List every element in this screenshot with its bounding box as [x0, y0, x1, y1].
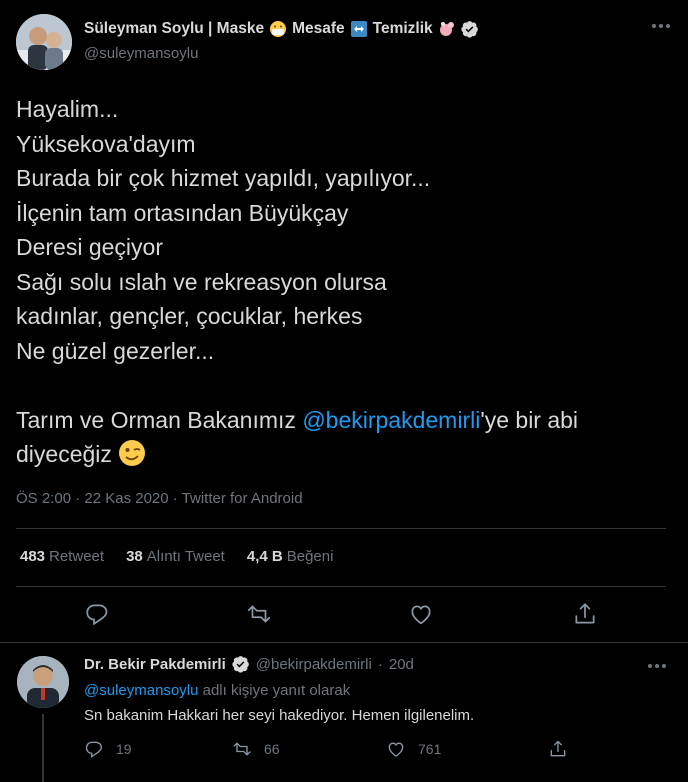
retweet-icon[interactable] — [246, 601, 272, 627]
tweet-line: diyeceğiz — [16, 437, 578, 472]
reply-time[interactable]: 20d — [389, 656, 414, 673]
tweet-line: kadınlar, gençler, çocuklar, herkes — [16, 303, 363, 329]
retweet-stat[interactable]: 483 Retweet — [20, 548, 104, 565]
reply-author-handle[interactable]: @bekirpakdemirli — [256, 656, 372, 673]
reply-retweet-action[interactable]: 66 — [232, 739, 280, 759]
share-icon — [550, 740, 566, 757]
more-options-icon[interactable] — [652, 24, 670, 28]
winking-face-icon — [119, 440, 146, 466]
tweet-line: Burada bir çok hizmet yapıldı, yapılıyor… — [16, 165, 431, 191]
replying-to-suffix: adlı kişiye yanıt olarak — [198, 682, 351, 699]
tweet-line: Tarım ve Orman Bakanımız @bekirpakdemirl… — [16, 403, 578, 438]
verified-badge-icon — [232, 656, 249, 673]
left-right-arrow-icon — [350, 21, 367, 37]
reply-author-avatar[interactable] — [17, 656, 69, 708]
reply-icon — [85, 741, 103, 758]
tweet-line: Deresi geçiyor — [16, 234, 163, 260]
tweet-final-line: diyeceğiz — [16, 441, 119, 467]
author-name-part3[interactable]: Temizlik — [373, 20, 433, 38]
reply-text: Sn bakanim Hakkari her seyi hakediyor. H… — [84, 707, 475, 724]
tweet-line: Hayalim... — [16, 96, 119, 122]
separator-dot: · — [377, 655, 383, 673]
tweet-line: İlçenin tam ortasından Büyükçay — [16, 199, 349, 226]
reply-like-action[interactable]: 761 — [386, 739, 441, 759]
author-display-name[interactable]: Süleyman Soylu | Maske — [84, 20, 264, 38]
replying-to-mention[interactable]: @suleymansoylu — [84, 682, 198, 699]
reply-more-options-icon[interactable] — [648, 664, 666, 668]
share-icon[interactable] — [572, 601, 598, 627]
like-label: Beğeni — [286, 548, 334, 565]
main-tweet: Süleyman Soylu | Maske Mesafe Temizlik @… — [0, 0, 688, 643]
author-handle[interactable]: @suleymansoylu — [84, 45, 198, 62]
author-name-row[interactable]: Süleyman Soylu | Maske Mesafe Temizlik — [84, 20, 479, 38]
verified-badge-icon — [461, 21, 478, 38]
mention-link[interactable]: @bekirpakdemirli — [302, 407, 480, 433]
retweet-count: 483 — [20, 548, 46, 565]
author-avatar[interactable] — [16, 14, 72, 70]
quote-count: 38 — [126, 548, 143, 565]
like-icon[interactable] — [408, 601, 434, 627]
reply-share-action[interactable] — [548, 739, 568, 759]
tweet-text-prefix: Tarım ve Orman Bakanımız — [16, 406, 303, 433]
divider — [16, 586, 666, 587]
tweet-line: Ne güzel gezerler... — [16, 337, 215, 364]
tweet-timestamp-source[interactable]: ÖS 2:00 · 22 Kas 2020 · Twitter for Andr… — [16, 490, 303, 507]
thread-line — [42, 714, 44, 782]
reply-like-count: 761 — [418, 741, 442, 757]
quote-label: Alıntı Tweet — [146, 548, 225, 565]
quote-stat[interactable]: 38 Alıntı Tweet — [126, 548, 225, 565]
tweet-line: Sağı solu ıslah ve rekreasyon olursa — [16, 268, 387, 295]
reply-author-name[interactable]: Dr. Bekir Pakdemirli — [84, 656, 226, 673]
divider — [16, 528, 666, 529]
reply-reply-count: 19 — [116, 741, 132, 757]
tweet-text-suffix: 'ye bir abi — [480, 406, 579, 433]
retweet-label: Retweet — [49, 548, 105, 565]
tweet-actions — [0, 601, 688, 629]
reply-author-row[interactable]: Dr. Bekir Pakdemirli @bekirpakdemirli · … — [84, 655, 414, 673]
like-count: 4,4 B — [246, 548, 283, 565]
reply-retweet-count: 66 — [264, 741, 280, 757]
tweet-text: Hayalim... Yüksekova'dayım Burada bir çok … — [16, 92, 578, 472]
reply-actions: 19 66 761 — [84, 739, 584, 761]
tweet-line: Yüksekova'dayım — [16, 130, 196, 157]
reply-icon[interactable] — [84, 601, 110, 627]
like-icon — [388, 742, 404, 757]
retweet-icon — [233, 742, 251, 756]
mask-emoji-icon — [270, 21, 287, 37]
like-stat[interactable]: 4,4 B Beğeni — [247, 548, 334, 565]
author-name-part2[interactable]: Mesafe — [292, 20, 345, 38]
engagement-stats: 483 Retweet 38 Alıntı Tweet 4,4 B Beğeni — [20, 548, 355, 565]
soap-emoji-icon — [439, 22, 454, 36]
reply-reply-action[interactable]: 19 — [84, 739, 132, 759]
replying-to: @suleymansoylu adlı kişiye yanıt olarak — [84, 682, 350, 699]
